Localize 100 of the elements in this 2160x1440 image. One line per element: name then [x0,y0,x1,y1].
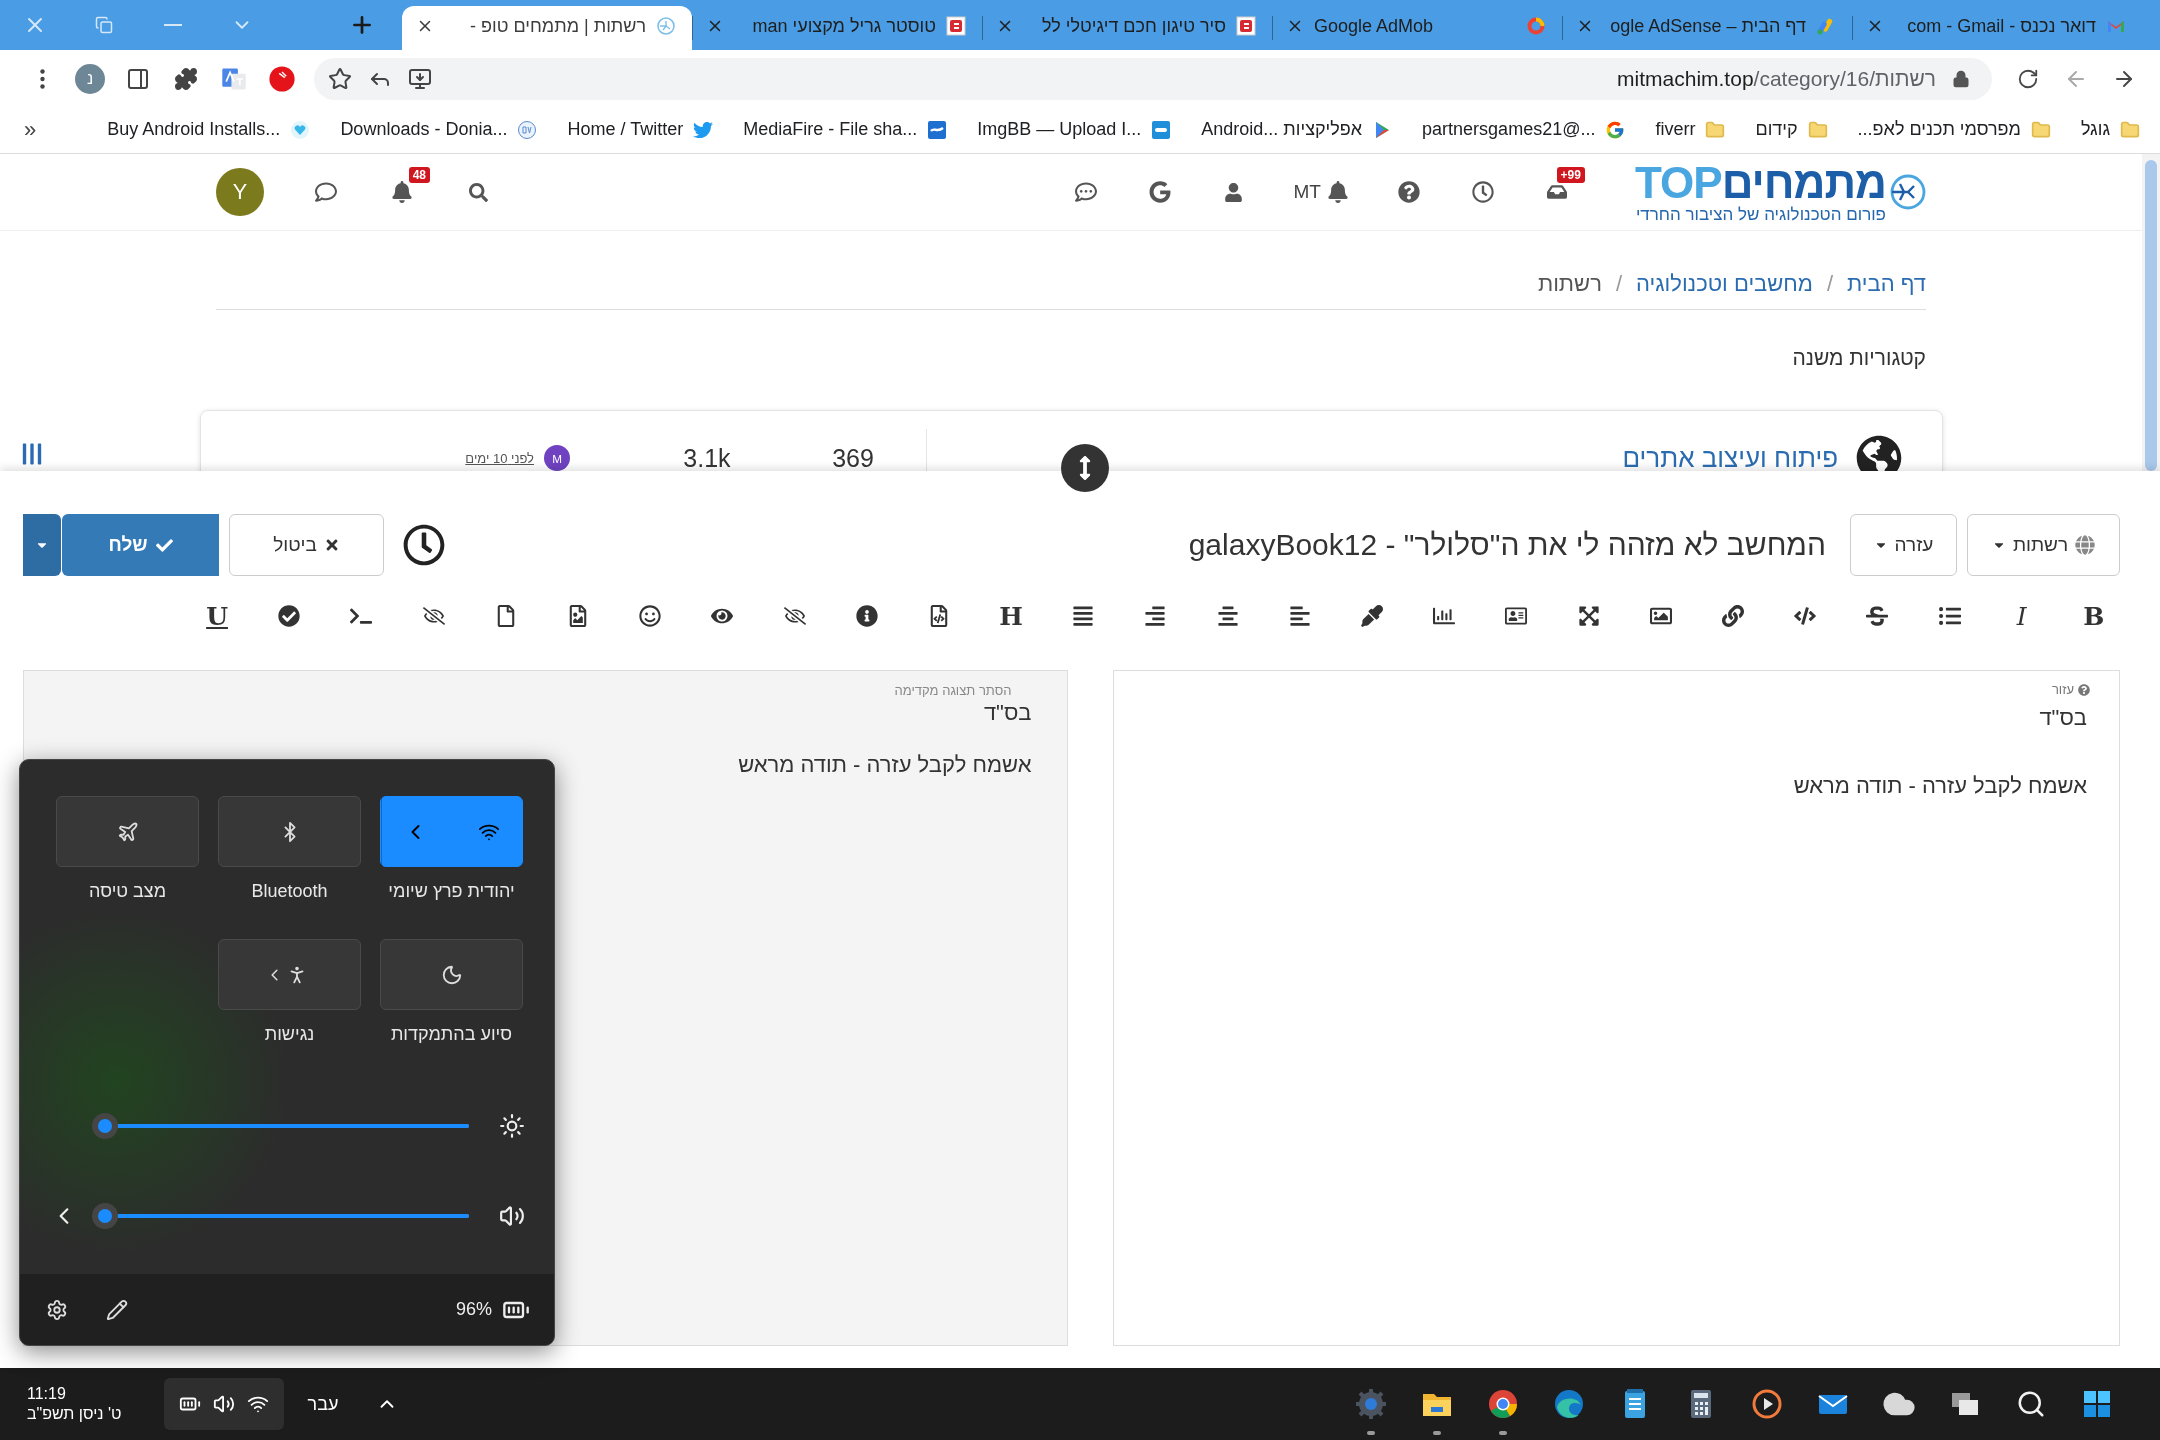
bookmark[interactable]: Home / Twitter [567,119,714,140]
search-icon[interactable] [2016,1389,2046,1419]
user-label[interactable]: MT [1293,181,1321,203]
g-logo-icon[interactable] [1148,181,1171,203]
align-center-icon[interactable] [1216,605,1239,627]
title-field[interactable]: המחשב לא מזהה לי את ה"סלולר" - galaxyBook12 [464,517,1840,573]
gear-icon[interactable] [1354,1387,1388,1421]
bar-chart-icon[interactable] [1433,605,1456,627]
moon-icon [440,963,463,986]
strikethrough-icon[interactable] [1866,605,1889,627]
help-dropdown[interactable]: עזרה [1850,514,1957,576]
smiley-icon[interactable] [639,605,662,627]
airplane-toggle[interactable] [56,796,199,867]
search-icon[interactable] [468,182,488,202]
edit-button[interactable] [106,1298,128,1321]
id-card-icon[interactable] [1505,605,1528,627]
submit-button[interactable]: שלח [62,514,219,576]
settings-icon [46,1298,68,1321]
align-right-icon[interactable] [1144,605,1167,627]
help-icon[interactable] [1397,181,1420,203]
clock-icon[interactable] [1471,181,1494,203]
sidebar-toggle-icon[interactable] [20,442,44,466]
user-avatar[interactable]: Y [216,168,264,216]
link-icon[interactable] [1721,605,1744,627]
browser-tab[interactable]: סיר טיגון חכם דיגיטלי לל [982,6,1272,50]
italic-button[interactable]: I [2016,603,2027,629]
volume-icon [212,1393,235,1415]
post-time-link[interactable]: לפני 10 ימים [465,450,534,466]
browser-tab[interactable]: טוסטר גריל מקצועי man [692,6,982,50]
eyedropper-icon[interactable] [1361,605,1384,627]
heading-button[interactable]: H [999,603,1023,629]
bell-icon[interactable] [1326,181,1349,203]
info-icon[interactable] [855,605,878,627]
accessibility-toggle[interactable] [218,939,361,1010]
g-logo-icon [1605,119,1626,140]
breadcrumb-link[interactable]: דף הבית [1847,271,1926,297]
help-link[interactable]: עזור [2051,682,2090,697]
align-justify-icon[interactable] [1072,605,1095,627]
bold-button[interactable]: B [2083,603,2105,629]
category-dropdown[interactable]: רשתות [1967,514,2120,576]
bookmark[interactable]: ImgBB — Upload I... [977,119,1172,140]
help-icon [2078,683,2090,696]
focus-toggle[interactable] [380,939,523,1010]
tab-title: Google AdMob [1314,15,1435,37]
tab-title: דף הבית – ogle AdSense [1609,15,1806,37]
profile-button[interactable]: נ [66,57,114,101]
bookmark[interactable]: MediaFire - File sha... [743,119,948,140]
wifi-toggle[interactable] [380,796,523,867]
hidden-eye-icon[interactable] [422,605,445,627]
bluetooth-toggle[interactable] [218,796,361,867]
terminal-icon[interactable] [350,605,373,627]
browser-tab[interactable]: רשתות | מתמחים טופ - [402,6,692,50]
bookmark[interactable]: partnersgames21@... [1422,119,1626,140]
bookmark[interactable]: גוגל [2080,119,2140,140]
system-tray[interactable] [163,1378,284,1430]
user-avatar[interactable]: M [544,445,570,471]
breadcrumb-link[interactable]: מחשבים וטכנולוגיה [1636,271,1813,297]
browser-tab[interactable]: Google AdMob [1272,6,1562,50]
bookmark[interactable]: Downloads - Donia... [340,119,538,140]
bookmark[interactable]: Buy Android Installs... [107,119,311,140]
browser-tab[interactable]: דף הבית – ogle AdSense [1562,6,1852,50]
folder-icon [1705,119,1726,140]
align-left-icon[interactable] [1288,605,1311,627]
user-icon[interactable] [1224,182,1244,202]
image-icon[interactable] [1649,605,1672,627]
chat-icon[interactable] [315,181,337,203]
cancel-button[interactable]: ביטול [229,514,384,576]
wave-browser-icon[interactable] [1552,1387,1586,1421]
language-indicator[interactable]: עבר [307,1393,339,1415]
slider-thumb[interactable] [92,1113,118,1139]
more-bookmarks-button[interactable]: « [24,116,37,143]
hidden-eye-icon[interactable] [783,605,806,627]
underline-button[interactable]: U [206,603,228,629]
inbox-icon[interactable] [1546,182,1567,202]
clock-date: ט' ניסן תשפ"ב [27,1405,122,1423]
chat-icon[interactable] [1074,181,1097,203]
chevron-icon[interactable] [58,1207,69,1225]
star-icon[interactable] [328,67,352,91]
play-icon[interactable] [1750,1387,1784,1421]
expand-icon[interactable] [1577,605,1600,627]
minimize-icon [163,24,182,26]
slider-thumb[interactable] [92,1203,118,1229]
bookmark[interactable]: Android... אפליקציות [1201,119,1393,140]
category-link[interactable]: פיתוח ועיצוב אתרים [1622,442,1838,471]
code-icon[interactable] [1794,605,1817,627]
round-browser-icon[interactable] [1486,1387,1520,1421]
pencil-icon [106,1298,128,1321]
bookmark[interactable]: קידום [1755,119,1828,140]
resize-handle[interactable] [1061,444,1109,492]
bookmark[interactable]: מפרסמי תכנים לאפ... [1857,119,2051,140]
bell-icon[interactable] [391,181,413,203]
browser-tab[interactable]: דואר נכנס - com - Gmail [1852,6,2142,50]
settings-button[interactable] [46,1298,68,1321]
folder-icon [2030,119,2051,140]
bookmark[interactable]: fiverr [1655,119,1726,140]
folder-icon [2120,119,2140,140]
side-panel-icon [126,67,150,91]
list-icon[interactable] [1938,605,1961,627]
scrollbar[interactable] [2142,154,2160,471]
install-icon[interactable] [408,67,432,91]
